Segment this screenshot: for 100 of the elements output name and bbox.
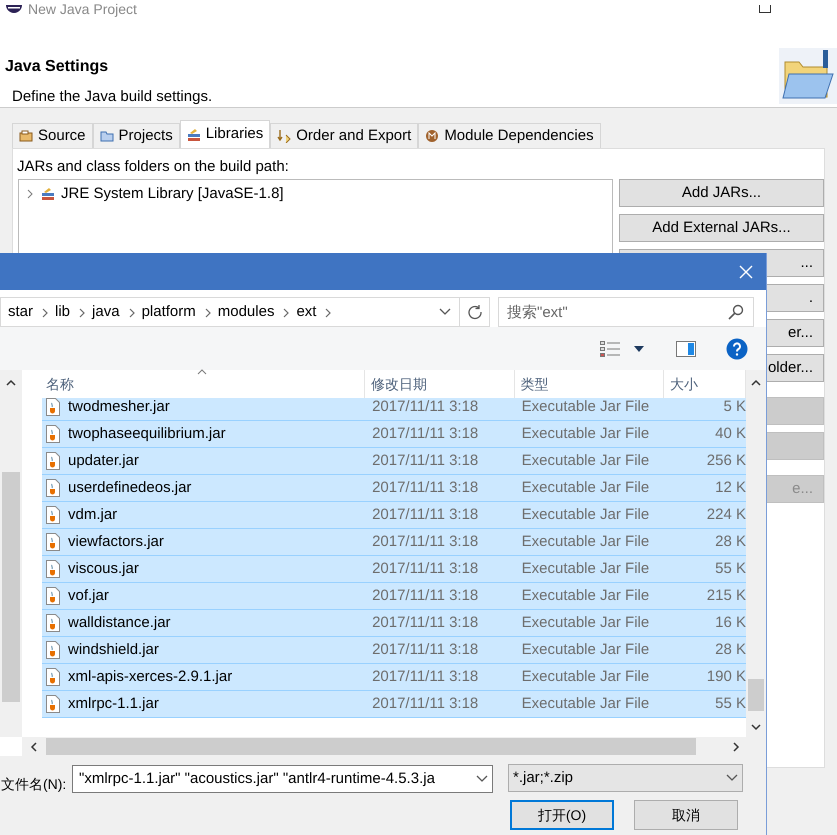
file-row[interactable]: windshield.jar 2017/11/11 3:18 Executable Jar File 28 K xyxy=(42,637,746,664)
package-icon xyxy=(19,129,33,143)
search-field[interactable]: 搜索"ext" xyxy=(498,297,754,327)
file-row[interactable]: walldistance.jar 2017/11/11 3:18 Executable Jar File 16 K xyxy=(42,610,746,637)
file-date: 2017/11/11 3:18 xyxy=(372,424,478,442)
view-options-icon[interactable] xyxy=(600,340,620,356)
chevron-right-icon[interactable] xyxy=(79,308,86,318)
chevron-right-icon[interactable] xyxy=(128,308,135,318)
eclipse-icon xyxy=(6,4,22,14)
file-type: Executable Jar File xyxy=(522,640,650,658)
file-row[interactable]: vdm.jar 2017/11/11 3:18 Executable Jar File 224 K xyxy=(42,502,746,529)
file-type: Executable Jar File xyxy=(522,478,650,496)
file-date: 2017/11/11 3:18 xyxy=(372,668,478,685)
file-row[interactable]: vof.jar 2017/11/11 3:18 Executable Jar File 215 K xyxy=(42,583,746,610)
file-name: viewfactors.jar xyxy=(68,532,164,552)
tab[interactable]: Order and Export xyxy=(270,123,418,148)
file-row[interactable]: viscous.jar 2017/11/11 3:18 Executable Jar File 55 K xyxy=(42,556,746,583)
breadcrumb-item[interactable]: star xyxy=(1,300,34,324)
file-name: updater.jar xyxy=(68,450,139,471)
file-type: Executable Jar File xyxy=(522,398,650,415)
file-type: Executable Jar File xyxy=(522,424,650,442)
scrollbar[interactable] xyxy=(0,370,22,737)
file-size: 28 K xyxy=(715,640,746,658)
build-path-label: JARs and class folders on the build path: xyxy=(17,157,289,177)
button[interactable]: Add External JARs... xyxy=(619,214,824,242)
books-icon xyxy=(186,128,201,142)
scrollbar-thumb[interactable] xyxy=(748,679,764,711)
file-date: 2017/11/11 3:18 xyxy=(372,532,478,550)
file-date: 2017/11/11 3:18 xyxy=(372,560,478,577)
chevron-down-icon[interactable] xyxy=(476,775,488,783)
books-icon xyxy=(41,187,55,202)
breadcrumb-item[interactable]: platform xyxy=(134,300,196,324)
breadcrumb-item[interactable]: ext xyxy=(289,300,316,324)
scroll-right-icon[interactable] xyxy=(732,742,740,752)
file-date: 2017/11/11 3:18 xyxy=(372,694,478,712)
file-row[interactable]: twodmesher.jar 2017/11/11 3:18 Executable Jar File 5 K xyxy=(42,398,746,421)
tab[interactable]: Module Dependencies xyxy=(418,123,601,148)
jar-file-icon xyxy=(46,641,60,659)
file-name: twophaseequilibrium.jar xyxy=(68,424,226,444)
chevron-down-icon[interactable] xyxy=(439,308,451,316)
file-size: 16 K xyxy=(715,614,746,631)
jar-file-icon xyxy=(46,695,60,713)
file-name: walldistance.jar xyxy=(68,612,171,633)
jar-file-icon xyxy=(46,398,60,416)
file-row[interactable]: twophaseequilibrium.jar 2017/11/11 3:18 Executable Jar File 40 K xyxy=(42,421,746,448)
file-row[interactable]: xml-apis-xerces-2.9.1.jar 2017/11/11 3:18 Executable Jar File 190 K xyxy=(42,664,746,691)
preview-pane-icon[interactable] xyxy=(676,340,696,356)
file-date: 2017/11/11 3:18 xyxy=(372,398,478,415)
column-header[interactable]: 类型 xyxy=(514,370,664,398)
maximize-icon[interactable] xyxy=(759,5,771,13)
file-name-field[interactable]: "xmlrpc-1.1.jar" "acoustics.jar" "antlr4-runtime-4.5.3.ja xyxy=(72,765,493,793)
jar-file-icon xyxy=(46,506,60,524)
arrow-icon xyxy=(277,129,292,143)
refresh-icon[interactable] xyxy=(466,304,482,320)
file-size: 28 K xyxy=(715,532,746,550)
jar-file-icon xyxy=(46,479,60,497)
button[interactable]: Add JARs... xyxy=(619,179,824,207)
chevron-right-icon[interactable] xyxy=(204,308,211,318)
file-type: Executable Jar File xyxy=(522,694,650,712)
scroll-up-icon[interactable] xyxy=(751,379,761,387)
file-type-dropdown[interactable]: *.jar;*.zip xyxy=(508,764,743,792)
chevron-right-icon[interactable] xyxy=(283,308,290,318)
module-icon xyxy=(425,129,440,143)
folder-icon xyxy=(100,129,114,143)
file-name: twodmesher.jar xyxy=(68,398,170,417)
scroll-up-icon[interactable] xyxy=(6,379,16,387)
breadcrumb-item[interactable]: lib xyxy=(48,300,70,324)
file-date: 2017/11/11 3:18 xyxy=(372,614,478,631)
tab[interactable]: Projects xyxy=(92,123,180,148)
tab[interactable]: Source xyxy=(12,123,93,148)
file-size: 224 K xyxy=(706,506,746,523)
breadcrumb-item[interactable]: modules xyxy=(210,300,274,324)
file-size: 55 K xyxy=(715,694,746,712)
file-date: 2017/11/11 3:18 xyxy=(372,586,478,604)
chevron-down-icon xyxy=(726,774,738,782)
tab[interactable]: Libraries xyxy=(180,120,270,148)
scroll-down-icon[interactable] xyxy=(751,723,761,731)
file-type: Executable Jar File xyxy=(522,614,650,631)
file-name-label: 文件名(N): xyxy=(1,775,66,794)
scrollbar[interactable] xyxy=(746,370,766,737)
chevron-right-icon[interactable] xyxy=(42,308,48,318)
file-row[interactable]: updater.jar 2017/11/11 3:18 Executable Jar File 256 K xyxy=(42,448,746,475)
scroll-left-icon[interactable] xyxy=(30,742,38,752)
scrollbar-thumb[interactable] xyxy=(46,738,696,755)
jar-file-icon xyxy=(46,452,60,470)
scrollbar[interactable] xyxy=(22,737,766,756)
file-name: viscous.jar xyxy=(68,558,139,579)
file-row[interactable]: userdefinedeos.jar 2017/11/11 3:18 Executable Jar File 12 K xyxy=(42,475,746,502)
file-size: 12 K xyxy=(715,478,746,496)
scrollbar-thumb[interactable] xyxy=(2,472,20,702)
button[interactable]: 取消 xyxy=(634,800,738,830)
file-row[interactable]: viewfactors.jar 2017/11/11 3:18 Executable Jar File 28 K xyxy=(42,529,746,556)
file-type: Executable Jar File xyxy=(522,560,650,577)
tree-item[interactable]: JRE System Library [JavaSE-1.8] xyxy=(61,183,284,206)
button[interactable]: 打开(O) xyxy=(510,800,614,830)
file-row[interactable]: xmlrpc-1.1.jar 2017/11/11 3:18 Executable Jar File 55 K xyxy=(42,691,746,718)
breadcrumb-item[interactable]: java xyxy=(85,300,120,324)
file-date: 2017/11/11 3:18 xyxy=(372,640,478,658)
help-icon[interactable] xyxy=(726,338,748,360)
chevron-right-icon[interactable] xyxy=(325,308,332,318)
